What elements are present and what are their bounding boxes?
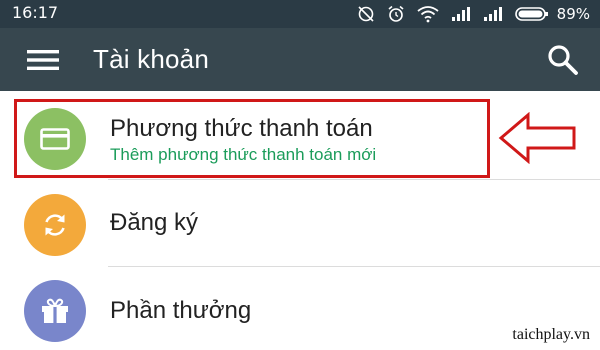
- list-item-subscriptions[interactable]: Đăng ký: [0, 180, 600, 266]
- rewards-avatar: [24, 280, 86, 342]
- list-item-label: Phương thức thanh toán: [110, 115, 373, 142]
- list-item-label: Phần thưởng: [110, 297, 252, 324]
- page-title: Tài khoản: [93, 44, 209, 74]
- cell-signal-icon: [483, 6, 503, 22]
- menu-icon: [27, 50, 59, 70]
- cell-signal-icon: [451, 6, 471, 22]
- list-item-label: Đăng ký: [110, 209, 199, 236]
- list-item-payment-methods[interactable]: Phương thức thanh toán Thêm phương thức …: [0, 91, 600, 179]
- menu-button[interactable]: [27, 47, 59, 73]
- list-item-sublabel: Thêm phương thức thanh toán mới: [110, 145, 377, 164]
- status-icons: 89%: [357, 4, 590, 24]
- battery-icon: [514, 6, 549, 22]
- credit-card-icon: [40, 128, 70, 150]
- watermark: taichplay.vn: [512, 326, 590, 343]
- status-time: 16:17: [12, 3, 59, 22]
- search-button[interactable]: [546, 43, 580, 77]
- status-bar: 16:17 89%: [0, 0, 600, 28]
- account-settings-list: Phương thức thanh toán Thêm phương thức …: [0, 91, 600, 350]
- gift-icon: [42, 298, 68, 323]
- data-saver-off-icon: [357, 5, 375, 23]
- wifi-icon: [417, 5, 439, 23]
- search-icon: [548, 45, 578, 75]
- payment-avatar: [24, 108, 86, 170]
- battery-percent: 89%: [556, 5, 590, 23]
- refresh-icon: [45, 214, 65, 236]
- alarm-icon: [387, 5, 405, 23]
- app-toolbar: Tài khoản: [0, 28, 600, 91]
- list-item-rewards[interactable]: Phần thưởng: [0, 267, 600, 350]
- subscriptions-avatar: [24, 194, 86, 256]
